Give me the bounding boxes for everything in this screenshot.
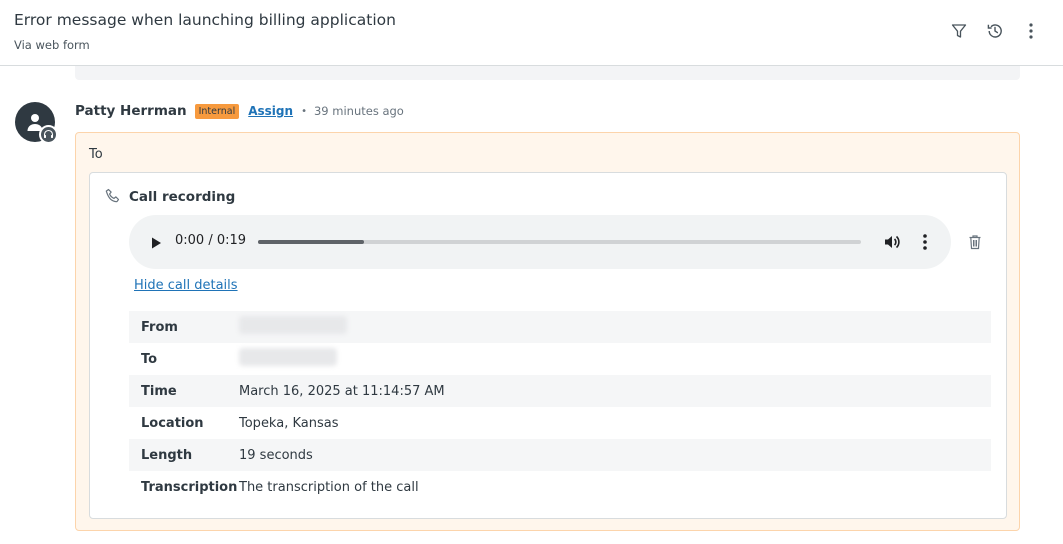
play-button[interactable] — [149, 235, 163, 249]
ticket-title: Error message when launching billing app… — [14, 11, 396, 29]
call-detail-label: Transcription — [141, 479, 238, 495]
assign-link[interactable]: Assign — [248, 104, 293, 118]
audio-progress-bar[interactable] — [258, 240, 861, 244]
internal-note: To Call recording 0:00 / 0:19 Hide call … — [75, 132, 1020, 531]
call-details-table: From To Time March 16, 2025 at 11:14:57 … — [129, 311, 991, 503]
call-title: Call recording — [129, 188, 236, 205]
meta-separator: • — [301, 105, 307, 117]
call-detail-from-value — [239, 316, 347, 338]
call-detail-row-location: Location Topeka, Kansas — [129, 407, 991, 439]
headset-icon — [43, 129, 54, 138]
header-actions — [949, 21, 1041, 41]
previous-comment-tail — [75, 66, 1020, 80]
internal-badge: Internal — [194, 103, 240, 119]
audio-time: 0:00 / 0:19 — [175, 233, 247, 248]
comment-author: Patty Herrman — [75, 103, 187, 119]
call-detail-label: To — [141, 351, 158, 367]
call-detail-row-transcription: Transcription The transcription of the c… — [129, 471, 991, 503]
call-detail-value: 19 seconds — [239, 447, 313, 463]
delete-recording-button[interactable] — [966, 233, 984, 251]
audio-progress-fill — [258, 240, 364, 244]
phone-icon — [105, 188, 120, 203]
call-detail-label: Time — [141, 383, 177, 399]
note-to-text: To — [89, 147, 103, 162]
call-detail-value: Topeka, Kansas — [239, 415, 339, 431]
more-vertical-icon[interactable] — [1021, 21, 1041, 41]
call-recording-card: Call recording 0:00 / 0:19 Hide call det… — [89, 172, 1007, 519]
call-title-row: Call recording — [105, 188, 235, 205]
redacted-phone-number — [239, 348, 337, 366]
filter-icon[interactable] — [949, 21, 969, 41]
call-detail-label: Length — [141, 447, 193, 463]
ticket-header: Error message when launching billing app… — [0, 0, 1063, 66]
audio-player: 0:00 / 0:19 — [129, 215, 951, 269]
more-vertical-icon — [923, 234, 927, 250]
history-icon[interactable] — [985, 21, 1005, 41]
trash-icon — [969, 235, 981, 250]
comment-timestamp: 39 minutes ago — [313, 104, 404, 118]
volume-button[interactable] — [883, 233, 901, 251]
call-detail-value: March 16, 2025 at 11:14:57 AM — [239, 383, 445, 399]
volume-icon — [885, 235, 900, 249]
call-detail-row-from: From — [129, 311, 991, 343]
player-more-button[interactable] — [916, 232, 934, 252]
call-detail-label: Location — [141, 415, 204, 431]
comment-meta: Patty Herrman Internal Assign • 39 minut… — [75, 102, 404, 120]
call-detail-row-time: Time March 16, 2025 at 11:14:57 AM — [129, 375, 991, 407]
call-detail-to-value — [239, 348, 337, 370]
call-detail-label: From — [141, 319, 178, 335]
call-detail-value: The transcription of the call — [239, 479, 419, 495]
hide-call-details-link[interactable]: Hide call details — [134, 278, 238, 293]
play-icon — [152, 237, 161, 249]
call-detail-row-to: To — [129, 343, 991, 375]
agent-badge — [39, 125, 58, 144]
ticket-channel: Via web form — [14, 38, 90, 52]
redacted-phone-number — [239, 316, 347, 334]
call-detail-row-length: Length 19 seconds — [129, 439, 991, 471]
